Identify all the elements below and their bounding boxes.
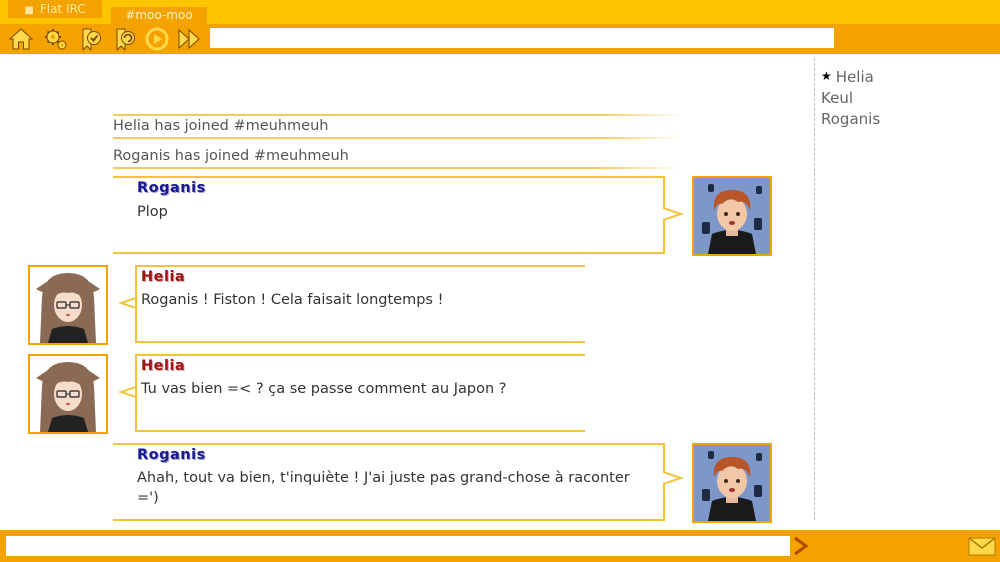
bookmark-refresh-icon[interactable] <box>112 26 138 52</box>
tab-moo-moo[interactable]: #moo-moo <box>111 7 207 24</box>
operator-star-icon: ★ <box>821 69 832 83</box>
chat-area: Helia has joined #meuhmeuh Roganis has j… <box>0 54 812 530</box>
divider <box>113 167 683 169</box>
system-message: Roganis has joined #meuhmeuh <box>113 145 683 171</box>
user-name: Helia <box>835 68 874 86</box>
user-name: Roganis <box>821 110 881 128</box>
bookmark-check-icon[interactable] <box>78 26 104 52</box>
home-icon[interactable] <box>8 26 34 52</box>
message-text: Roganis ! Fiston ! Cela faisait longtemp… <box>141 292 444 308</box>
message-nick: Helia <box>141 269 186 285</box>
bubble-pointer <box>663 463 685 493</box>
divider <box>113 137 683 139</box>
message-text: Plop <box>137 204 168 220</box>
avatar-roganis <box>692 443 772 523</box>
topic-input[interactable] <box>210 28 834 48</box>
divider <box>113 114 683 116</box>
bubble-pointer <box>663 199 685 229</box>
message-nick: Helia <box>141 358 186 374</box>
tab-flat-irc-label: Flat IRC <box>39 2 86 16</box>
system-message: Helia has joined #meuhmeuh <box>113 114 683 141</box>
user-list: ★ Helia Keul Roganis <box>814 58 1000 520</box>
system-message-text: Roganis has joined #meuhmeuh <box>113 148 349 164</box>
tab-moo-moo-label: #moo-moo <box>125 8 193 22</box>
send-chevron-icon[interactable] <box>792 536 810 556</box>
fast-forward-icon[interactable] <box>176 26 202 52</box>
system-message-text: Helia has joined #meuhmeuh <box>113 118 329 134</box>
mail-icon[interactable] <box>968 537 996 556</box>
message-nick: Roganis <box>137 180 206 196</box>
avatar-roganis <box>692 176 772 256</box>
settings-gears-icon[interactable] <box>43 26 69 52</box>
user-list-item[interactable]: Roganis <box>821 110 880 128</box>
message-text: Ahah, tout va bien, t'inquiète ! J'ai ju… <box>137 470 630 506</box>
play-circle-icon[interactable] <box>144 26 170 52</box>
tab-flat-irc[interactable]: ■ Flat IRC <box>8 0 102 18</box>
message-nick: Roganis <box>137 447 206 463</box>
user-name: Keul <box>821 89 853 107</box>
user-list-item[interactable]: Keul <box>821 89 853 107</box>
chat-bubble-icon: ■ <box>24 5 34 16</box>
message-text: Tu vas bien =< ? ça se passe comment au … <box>141 381 507 397</box>
message-input[interactable] <box>6 536 790 556</box>
user-list-item[interactable]: ★ Helia <box>821 68 874 86</box>
avatar-helia <box>28 265 108 345</box>
avatar-helia <box>28 354 108 434</box>
